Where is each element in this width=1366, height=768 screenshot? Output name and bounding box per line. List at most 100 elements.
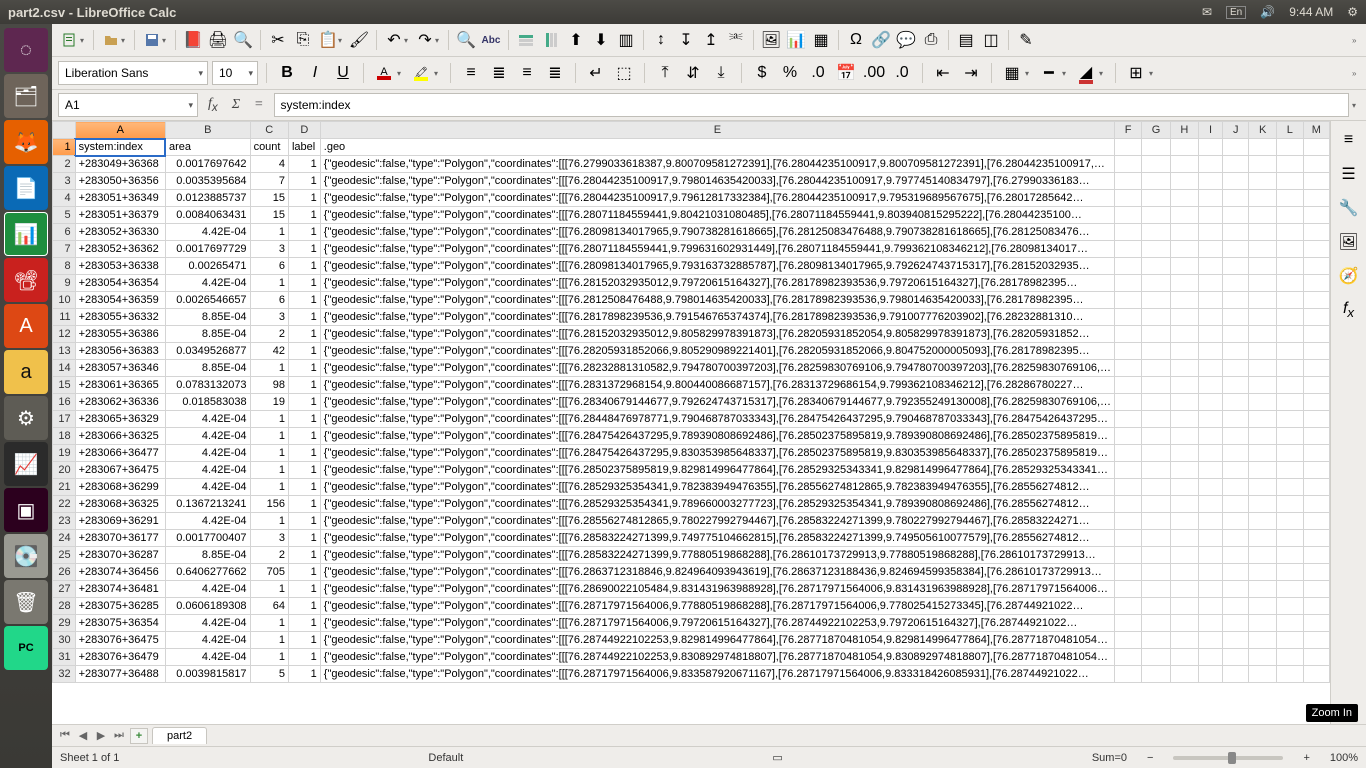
- row-header-11[interactable]: 11: [53, 309, 76, 326]
- row-header-13[interactable]: 13: [53, 343, 76, 360]
- row-header-15[interactable]: 15: [53, 377, 76, 394]
- font-name-combo[interactable]: Liberation Sans▾: [58, 61, 208, 85]
- dec-add-button[interactable]: .00: [862, 61, 886, 85]
- col-button[interactable]: [539, 28, 563, 52]
- autofilter-button[interactable]: ▥: [614, 28, 638, 52]
- italic-button[interactable]: I: [303, 61, 327, 85]
- row-header-32[interactable]: 32: [53, 666, 76, 683]
- valign-top-button[interactable]: ⤒: [653, 61, 677, 85]
- paste-button[interactable]: 📋: [316, 28, 340, 52]
- merge-button[interactable]: ⬚: [612, 61, 636, 85]
- undo-dropdown[interactable]: ▾: [404, 36, 412, 45]
- spellcheck-button[interactable]: Abc: [479, 28, 503, 52]
- row-header-1[interactable]: 1: [53, 139, 76, 156]
- insert-mode-icon[interactable]: ▭: [772, 751, 782, 764]
- row-header-6[interactable]: 6: [53, 224, 76, 241]
- tab-last[interactable]: ⏭: [112, 729, 126, 742]
- row-header-29[interactable]: 29: [53, 615, 76, 632]
- align-justify-button[interactable]: ≣: [543, 61, 567, 85]
- clock[interactable]: 9:44 AM: [1289, 5, 1333, 19]
- dash-icon[interactable]: ◌: [4, 28, 48, 72]
- special-char-button[interactable]: Ω: [844, 28, 868, 52]
- redo-button[interactable]: ↷: [413, 28, 437, 52]
- volume-icon[interactable]: 🔊: [1260, 5, 1275, 19]
- undo-button[interactable]: ↶: [382, 28, 406, 52]
- dec-del-button[interactable]: .0: [890, 61, 914, 85]
- formula-input[interactable]: system:index: [274, 93, 1350, 117]
- save-button[interactable]: [140, 28, 164, 52]
- formula-expand[interactable]: ▾: [1352, 101, 1360, 110]
- clone-format-button[interactable]: 🖌: [347, 28, 371, 52]
- date-button[interactable]: 📅: [834, 61, 858, 85]
- functions-icon[interactable]: fx: [1336, 297, 1362, 323]
- row-header-30[interactable]: 30: [53, 632, 76, 649]
- row-header-4[interactable]: 4: [53, 190, 76, 207]
- row-header-24[interactable]: 24: [53, 530, 76, 547]
- currency-button[interactable]: $: [750, 61, 774, 85]
- freeze-button[interactable]: ▤: [954, 28, 978, 52]
- find-button[interactable]: 🔍: [454, 28, 478, 52]
- indent-inc-button[interactable]: ⇥: [959, 61, 983, 85]
- files-icon[interactable]: 🗂: [4, 74, 48, 118]
- export-pdf-button[interactable]: 📕: [181, 28, 205, 52]
- format-overflow[interactable]: »: [1352, 69, 1360, 78]
- navigator-icon[interactable]: 🧭: [1336, 263, 1362, 289]
- open-dropdown[interactable]: ▾: [121, 36, 129, 45]
- toolbar-overflow[interactable]: »: [1352, 36, 1360, 45]
- spreadsheet-grid[interactable]: ABCDEFGHIJKLM1system:indexareacountlabel…: [52, 121, 1330, 724]
- equals-icon[interactable]: =: [250, 97, 267, 113]
- col-header-M[interactable]: M: [1303, 122, 1329, 139]
- amazon-icon[interactable]: a: [4, 350, 48, 394]
- sheet-tab[interactable]: part2: [152, 727, 207, 744]
- image-button[interactable]: 🖼: [759, 28, 783, 52]
- trash-icon[interactable]: 🗑: [4, 580, 48, 624]
- sidebar-settings-icon[interactable]: ≡: [1336, 127, 1362, 153]
- disk-icon[interactable]: 💽: [4, 534, 48, 578]
- indent-dec-button[interactable]: ⇤: [931, 61, 955, 85]
- headerfooter-button[interactable]: ⎙: [919, 28, 943, 52]
- row-header-7[interactable]: 7: [53, 241, 76, 258]
- row-header-31[interactable]: 31: [53, 649, 76, 666]
- copy-button[interactable]: ⎘: [291, 28, 315, 52]
- cell-A1[interactable]: system:index: [75, 139, 165, 156]
- col-header-F[interactable]: F: [1115, 122, 1142, 139]
- new-dropdown[interactable]: ▾: [80, 36, 88, 45]
- bg-color-button[interactable]: ◢: [1074, 61, 1098, 85]
- open-button[interactable]: [99, 28, 123, 52]
- software-icon[interactable]: A: [4, 304, 48, 348]
- row-header-16[interactable]: 16: [53, 394, 76, 411]
- chart-button[interactable]: 📊: [784, 28, 808, 52]
- pycharm-icon[interactable]: PC: [4, 626, 48, 670]
- impress-icon[interactable]: 📽: [4, 258, 48, 302]
- row-header-17[interactable]: 17: [53, 411, 76, 428]
- col-header-E[interactable]: E: [320, 122, 1114, 139]
- filter-button[interactable]: ⎃: [724, 28, 748, 52]
- pivot-button[interactable]: ▦: [809, 28, 833, 52]
- highlight-dropdown[interactable]: ▾: [434, 69, 442, 78]
- settings-icon[interactable]: ⚙: [4, 396, 48, 440]
- row-header-21[interactable]: 21: [53, 479, 76, 496]
- mail-icon[interactable]: ✉: [1202, 5, 1212, 19]
- sum-display[interactable]: Sum=0: [1092, 752, 1127, 764]
- row-header-23[interactable]: 23: [53, 513, 76, 530]
- gallery-icon[interactable]: 🖼: [1336, 229, 1362, 255]
- valign-mid-button[interactable]: ⇵: [681, 61, 705, 85]
- font-color-dropdown[interactable]: ▾: [397, 69, 405, 78]
- col-header-G[interactable]: G: [1142, 122, 1171, 139]
- print-button[interactable]: 🖨: [206, 28, 230, 52]
- redo-dropdown[interactable]: ▾: [435, 36, 443, 45]
- border-style-dropdown[interactable]: ▾: [1062, 69, 1070, 78]
- col-header-A[interactable]: A: [75, 122, 165, 139]
- row-header-25[interactable]: 25: [53, 547, 76, 564]
- zoom-in-button[interactable]: +: [1303, 752, 1309, 764]
- conditional-button[interactable]: ⊞: [1124, 61, 1148, 85]
- tab-first[interactable]: ⏮: [58, 729, 72, 742]
- borders-button[interactable]: ▦: [1000, 61, 1024, 85]
- col-header-D[interactable]: D: [288, 122, 320, 139]
- bold-button[interactable]: B: [275, 61, 299, 85]
- session-icon[interactable]: ⚙: [1347, 5, 1358, 19]
- col-header-K[interactable]: K: [1249, 122, 1277, 139]
- sort-asc-button[interactable]: ⬆: [564, 28, 588, 52]
- terminal-icon[interactable]: ▣: [4, 488, 48, 532]
- row-header-12[interactable]: 12: [53, 326, 76, 343]
